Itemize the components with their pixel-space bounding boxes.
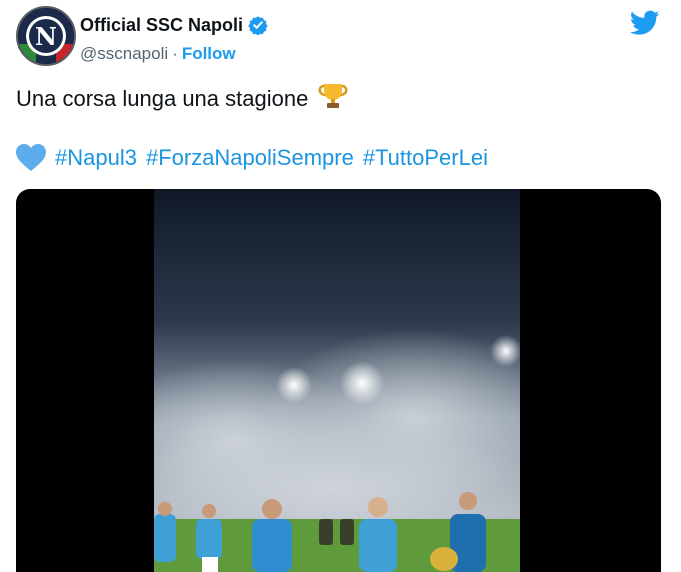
handle-separator: · <box>172 44 178 63</box>
avatar[interactable]: N <box>16 6 76 66</box>
hashtag-tuttoperlei[interactable]: #TuttoPerLei <box>363 145 488 171</box>
account-handle[interactable]: @sscnapoli <box>80 44 168 64</box>
napoli-crest-icon: N <box>18 8 74 64</box>
crest-letter: N <box>35 22 57 51</box>
blue-heart-icon <box>16 144 46 172</box>
hashtag-napul3[interactable]: #Napul3 <box>55 145 137 171</box>
display-name[interactable]: Official SSC Napoli <box>80 15 243 36</box>
tweet-header: N Official SSC Napoli @sscnapoli · Follo… <box>14 6 674 68</box>
account-names: Official SSC Napoli @sscnapoli · Follow <box>80 14 268 64</box>
twitter-bird-icon[interactable] <box>629 10 660 36</box>
tweet-text-content: Una corsa lunga una stagione <box>16 86 309 111</box>
hashtag-forzanapolisempre[interactable]: #ForzaNapoliSempre <box>146 145 354 171</box>
tweet-text: Una corsa lunga una stagione <box>16 82 348 116</box>
video-frame <box>94 189 564 572</box>
stadium-celebration-scene <box>94 189 564 572</box>
hashtag-line: #Napul3 #ForzaNapoliSempre #TuttoPerLei <box>16 144 488 172</box>
video-player[interactable] <box>16 189 661 572</box>
verified-badge-icon <box>248 15 268 36</box>
follow-button[interactable]: Follow <box>182 44 236 64</box>
trophy-icon <box>318 82 348 116</box>
